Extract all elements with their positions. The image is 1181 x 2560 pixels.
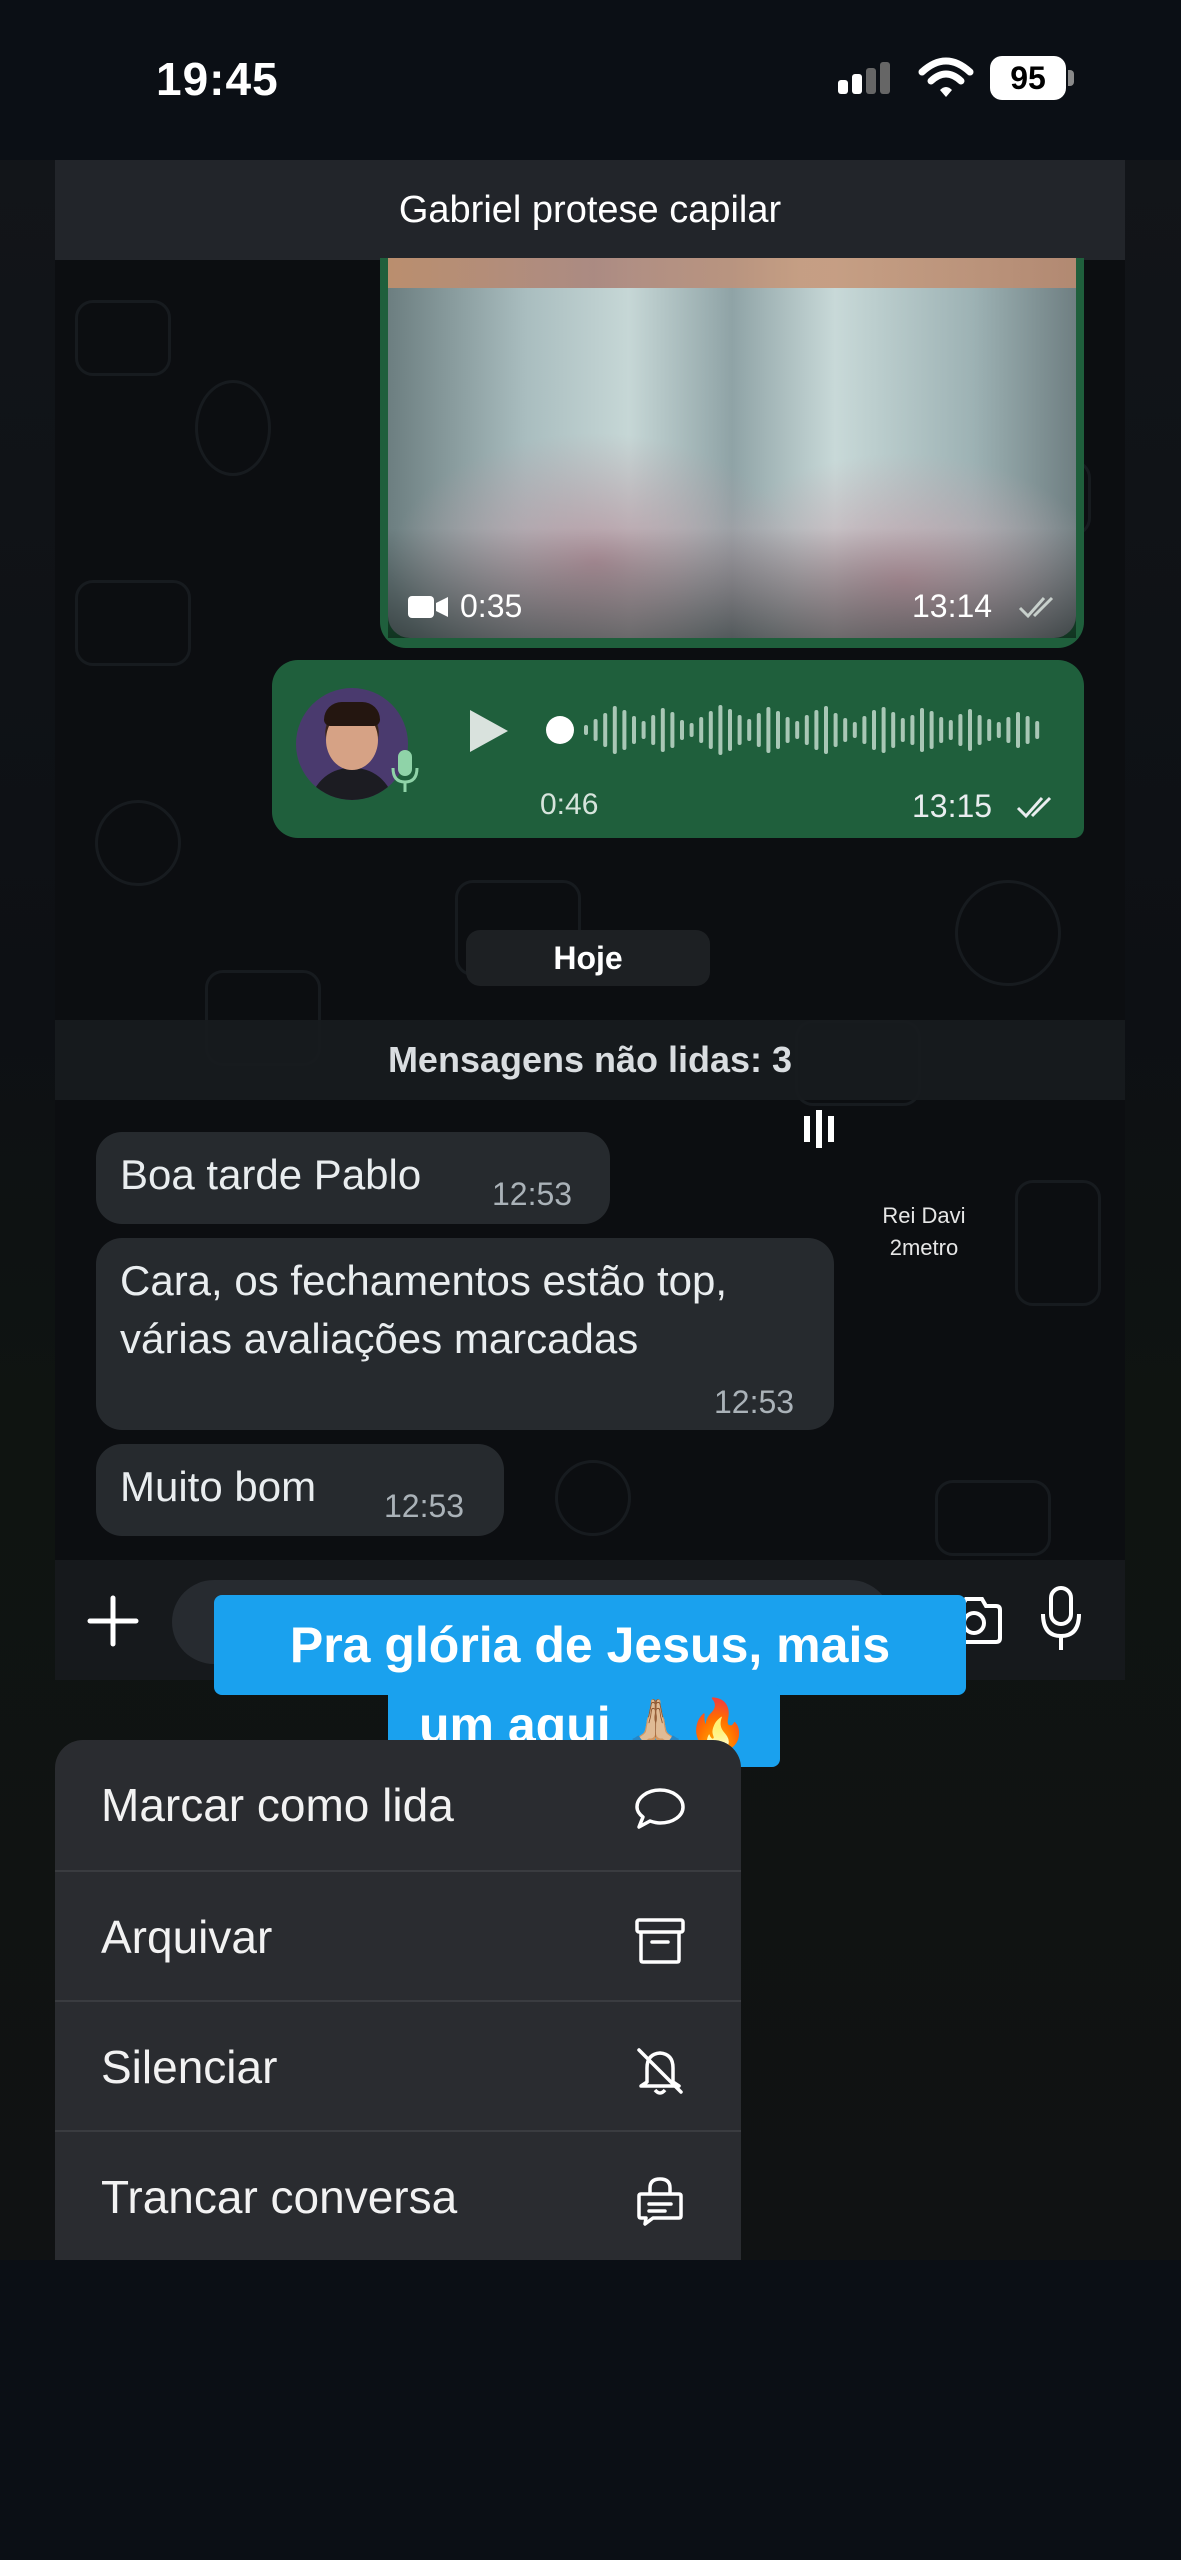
waveform-bar bbox=[776, 711, 780, 749]
waveform-bar bbox=[651, 715, 656, 745]
waveform-bar bbox=[622, 710, 627, 750]
waveform-bar bbox=[766, 707, 771, 753]
cellular-signal-icon bbox=[838, 62, 890, 94]
waveform-bar bbox=[996, 722, 1001, 738]
waveform-bar bbox=[747, 719, 752, 741]
play-icon[interactable] bbox=[468, 708, 510, 754]
message-text: Cara, os fechamentos estão top, bbox=[120, 1257, 728, 1304]
status-time: 19:45 bbox=[156, 53, 279, 105]
menu-item-label: Marcar como lida bbox=[101, 1779, 454, 1831]
waveform-bar bbox=[852, 722, 857, 738]
menu-item-lock-chat[interactable]: Trancar conversa bbox=[55, 2130, 741, 2260]
waveform-bar bbox=[814, 710, 819, 750]
read-receipt-icon bbox=[1018, 596, 1054, 619]
overlay-credit-line2: 2metro bbox=[889, 1235, 959, 1260]
overlay-credit: Rei Davi 2metro bbox=[876, 1200, 972, 1264]
waveform-bar bbox=[1035, 721, 1040, 739]
waveform-bar bbox=[958, 714, 963, 746]
caption-line-1: Pra glória de Jesus, mais bbox=[214, 1595, 966, 1695]
waveform-bar bbox=[593, 719, 598, 741]
voice-duration: 0:46 bbox=[540, 788, 599, 821]
voice-mic-icon bbox=[391, 750, 419, 792]
unread-messages-divider: Mensagens não lidas: 3 bbox=[55, 1020, 1125, 1100]
waveform-bar bbox=[660, 708, 665, 752]
waveform-bar bbox=[603, 713, 608, 747]
lock-chat-icon bbox=[637, 2177, 683, 2226]
waveform-bar bbox=[920, 708, 924, 752]
waveform-bar bbox=[872, 710, 876, 750]
waveform-bar bbox=[1025, 716, 1030, 744]
waveform-bar bbox=[987, 719, 992, 741]
waveform-bar bbox=[881, 707, 886, 753]
waveform-bar bbox=[900, 718, 905, 742]
video-thumbnail bbox=[388, 258, 1076, 638]
waveform-bar bbox=[612, 706, 617, 754]
menu-item-label: Trancar conversa bbox=[101, 2171, 458, 2223]
archive-icon bbox=[635, 1918, 685, 1964]
waveform-bar bbox=[756, 713, 761, 747]
waveform-bar bbox=[843, 718, 848, 742]
menu-item-mute[interactable]: Silenciar bbox=[55, 2000, 741, 2132]
playhead-dot bbox=[546, 716, 574, 744]
watermark-bars-icon bbox=[804, 1110, 834, 1148]
audio-waveform[interactable] bbox=[544, 700, 1049, 760]
waveform-bar bbox=[862, 716, 867, 744]
waveform-bar bbox=[929, 711, 934, 749]
waveform-bar bbox=[1006, 717, 1011, 743]
waveform-bar bbox=[632, 716, 636, 744]
voice-timestamp: 13:15 bbox=[912, 788, 993, 824]
context-menu: Marcar como lida Arquivar Silenciar Tran… bbox=[55, 1740, 741, 2260]
chat-bubble-icon bbox=[635, 1788, 685, 1829]
waveform-bar bbox=[948, 720, 953, 740]
battery-indicator: 95 bbox=[990, 56, 1076, 102]
waveform-bar bbox=[977, 715, 982, 745]
message-timestamp: 12:53 bbox=[492, 1176, 573, 1212]
waveform-bar bbox=[910, 715, 915, 745]
video-duration: 0:35 bbox=[460, 588, 523, 624]
wifi-icon bbox=[918, 57, 974, 97]
waveform-bar bbox=[824, 706, 828, 754]
read-receipt-icon bbox=[1016, 796, 1052, 819]
chat-header-title: Gabriel protese capilar bbox=[55, 160, 1125, 260]
overlay-credit-line1: Rei Davi bbox=[882, 1203, 966, 1228]
waveform-bar bbox=[728, 709, 732, 751]
message-text: Muito bom bbox=[120, 1463, 317, 1510]
menu-item-archive[interactable]: Arquivar bbox=[55, 1870, 741, 2002]
waveform-bar bbox=[804, 715, 809, 745]
waveform-bar bbox=[584, 725, 588, 735]
waveform-bar bbox=[641, 721, 646, 739]
waveform-bar bbox=[795, 721, 800, 739]
video-camera-icon bbox=[408, 596, 448, 618]
message-text: Boa tarde Pablo bbox=[120, 1151, 422, 1198]
date-divider: Hoje bbox=[466, 930, 710, 986]
message-timestamp: 12:53 bbox=[714, 1384, 795, 1420]
waveform-bar bbox=[833, 713, 838, 747]
waveform-bar bbox=[785, 717, 790, 743]
waveform-bar bbox=[689, 723, 694, 737]
waveform-bar bbox=[718, 705, 723, 755]
bell-off-icon bbox=[637, 2048, 683, 2095]
waveform-bar bbox=[968, 709, 972, 751]
waveform-bar bbox=[699, 717, 704, 743]
menu-item-mark-as-read[interactable]: Marcar como lida bbox=[55, 1740, 741, 1870]
waveform-bar bbox=[708, 711, 713, 749]
waveform-bar bbox=[737, 715, 742, 745]
video-timestamp: 13:14 bbox=[912, 588, 993, 624]
plus-icon[interactable] bbox=[86, 1594, 140, 1648]
message-timestamp: 12:53 bbox=[384, 1488, 465, 1524]
waveform-bar bbox=[939, 717, 944, 743]
waveform-bar bbox=[891, 712, 896, 748]
message-text: várias avaliações marcadas bbox=[120, 1315, 639, 1362]
bottom-background bbox=[0, 2260, 1181, 2560]
waveform-bar bbox=[680, 720, 684, 740]
menu-item-label: Silenciar bbox=[101, 2041, 278, 2093]
menu-item-label: Arquivar bbox=[101, 1911, 273, 1963]
waveform-bar bbox=[1016, 712, 1020, 748]
waveform-bar bbox=[670, 712, 675, 748]
microphone-icon[interactable] bbox=[1040, 1586, 1082, 1652]
battery-level: 95 bbox=[990, 56, 1066, 100]
